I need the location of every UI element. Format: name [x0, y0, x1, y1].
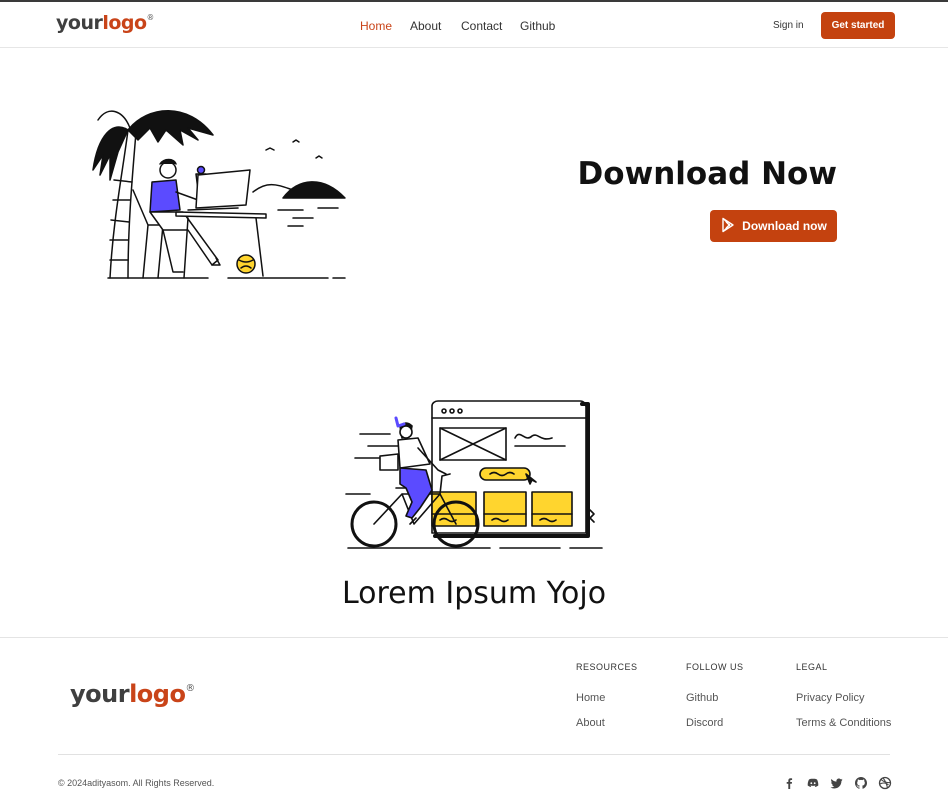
- bike-website-illustration: [340, 398, 606, 556]
- footer-link-discord[interactable]: Discord: [686, 717, 744, 729]
- nav-home[interactable]: Home: [360, 19, 392, 33]
- download-now-button[interactable]: Download now: [710, 210, 837, 242]
- nav-contact[interactable]: Contact: [461, 19, 502, 33]
- sign-in-link[interactable]: Sign in: [773, 20, 804, 31]
- copyright-text: © 2024adityasom. All Rights Reserved.: [58, 778, 215, 788]
- get-started-button[interactable]: Get started: [821, 12, 895, 39]
- download-now-label: Download now: [742, 219, 827, 233]
- twitter-icon[interactable]: [830, 775, 844, 789]
- footer-column-legal: LEGAL Privacy Policy Terms & Conditions: [796, 662, 891, 742]
- footer-column-follow-us: FOLLOW US Github Discord: [686, 662, 744, 742]
- github-icon[interactable]: [854, 775, 868, 789]
- footer-link-github[interactable]: Github: [686, 692, 744, 704]
- facebook-icon[interactable]: [782, 775, 796, 789]
- footer-heading-follow-us: FOLLOW US: [686, 662, 744, 672]
- footer-logo[interactable]: yourlogo®: [70, 680, 195, 708]
- header-logo[interactable]: yourlogo®: [56, 12, 154, 34]
- footer-heading-resources: RESOURCES: [576, 662, 638, 672]
- dribbble-icon[interactable]: [878, 775, 892, 790]
- nav-github[interactable]: Github: [520, 19, 555, 33]
- social-links: [782, 775, 892, 790]
- footer-link-home[interactable]: Home: [576, 692, 638, 704]
- footer-link-terms-conditions[interactable]: Terms & Conditions: [796, 717, 891, 729]
- hero-title: Download Now: [577, 156, 837, 192]
- footer-link-about[interactable]: About: [576, 717, 638, 729]
- play-store-icon: [720, 217, 736, 236]
- footer-heading-legal: LEGAL: [796, 662, 828, 672]
- site-footer: yourlogo® RESOURCES Home About FOLLOW US…: [0, 637, 948, 808]
- nav-about[interactable]: About: [410, 19, 441, 33]
- discord-icon[interactable]: [806, 775, 820, 789]
- beach-laptop-illustration: [88, 100, 350, 282]
- footer-column-resources: RESOURCES Home About: [576, 662, 638, 742]
- footer-divider: [58, 754, 890, 755]
- site-header: yourlogo® Home About Contact Github Sign…: [0, 2, 948, 48]
- section-title: Lorem Ipsum Yojo: [341, 576, 607, 611]
- footer-link-privacy-policy[interactable]: Privacy Policy: [796, 692, 891, 704]
